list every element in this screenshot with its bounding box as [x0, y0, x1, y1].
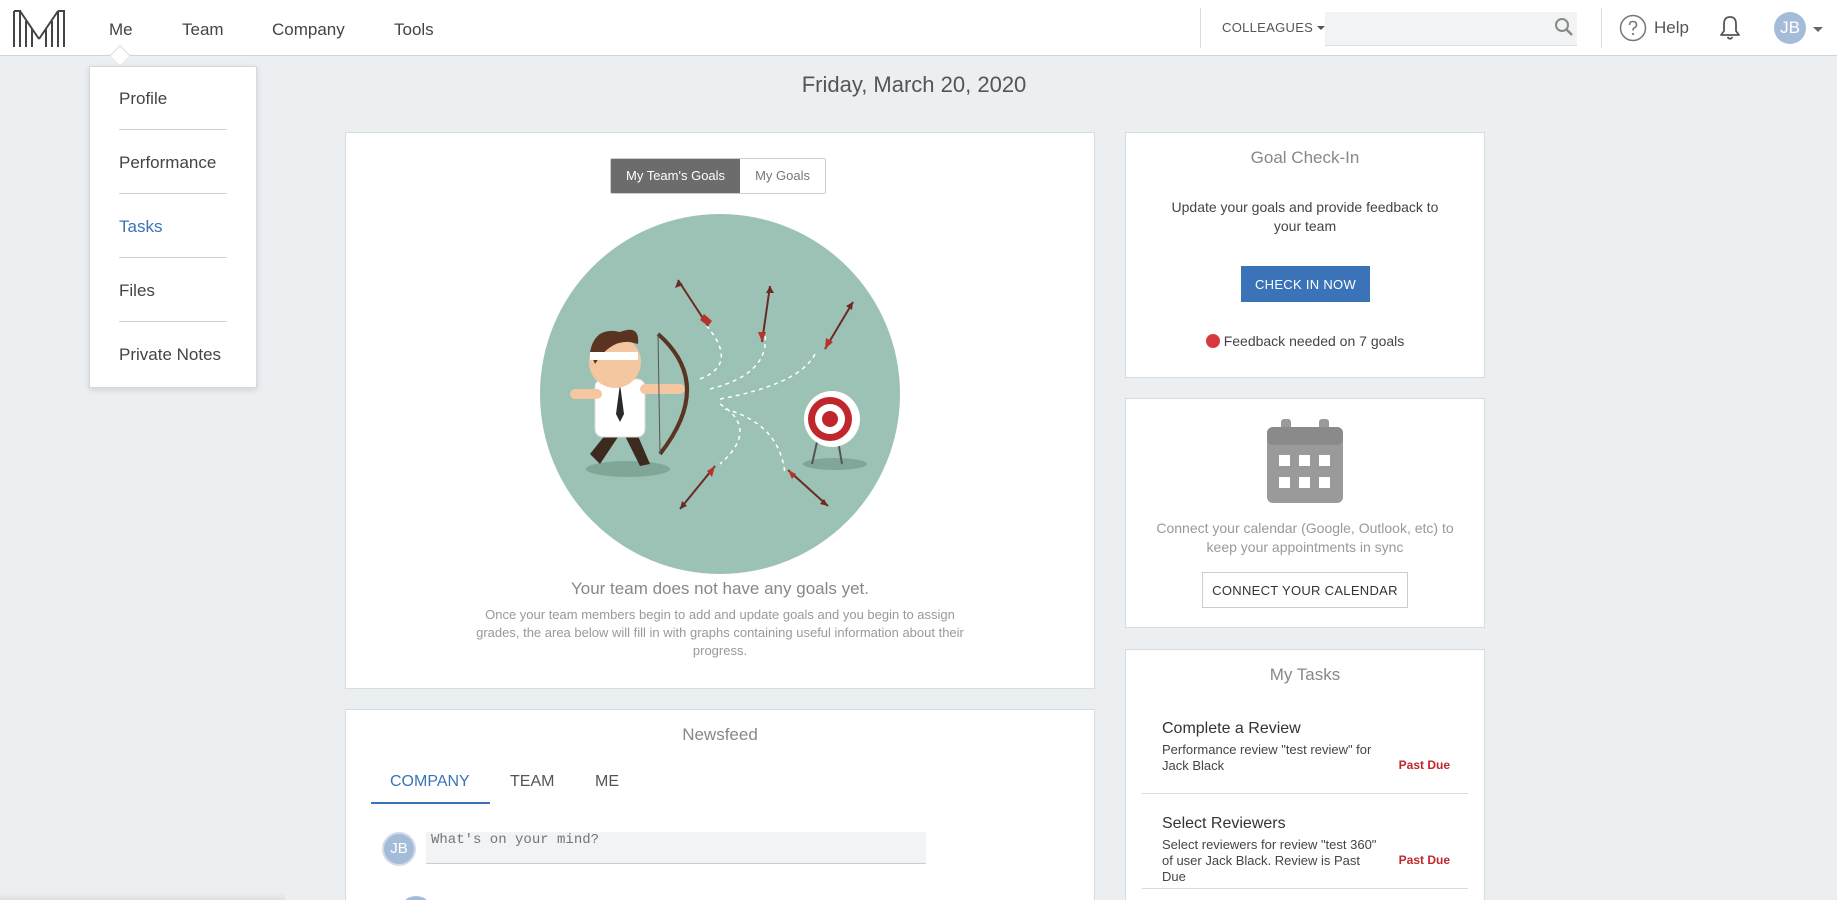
newsfeed-card: Newsfeed COMPANY TEAM ME JB: [345, 709, 1095, 900]
feedback-status-text: Feedback needed on 7 goals: [1223, 333, 1405, 349]
nav-company[interactable]: Company: [272, 0, 345, 56]
task-title: Select Reviewers: [1162, 815, 1286, 832]
calendar-icon: [1267, 419, 1343, 503]
nav-team[interactable]: Team: [182, 0, 224, 56]
avatar: JB: [382, 832, 416, 866]
toggle-my-goals[interactable]: My Goals: [740, 159, 825, 193]
active-tab-indicator: [371, 802, 490, 804]
tasks-title: My Tasks: [1269, 665, 1341, 684]
calendar-description: Connect your calendar (Google, Outlook, …: [1156, 520, 1454, 555]
calendar-card: Connect your calendar (Google, Outlook, …: [1125, 398, 1485, 628]
connect-calendar-button[interactable]: CONNECT YOUR CALENDAR: [1202, 572, 1408, 608]
goals-empty-description: Once your team members begin to add and …: [476, 607, 964, 658]
newsfeed-title: Newsfeed: [682, 725, 758, 744]
archer-illustration: [540, 214, 900, 574]
menu-divider: [119, 257, 227, 258]
search-input[interactable]: [1325, 12, 1577, 46]
feedback-status: Feedback needed on 7 goals: [1126, 333, 1484, 349]
menu-item-performance[interactable]: Performance: [119, 153, 227, 173]
tab-team[interactable]: TEAM: [510, 773, 554, 791]
bottom-shadow: [0, 893, 285, 900]
task-item[interactable]: Complete a Review Performance review "te…: [1142, 720, 1468, 794]
help-icon[interactable]: [1619, 14, 1647, 42]
menu-divider: [119, 129, 227, 130]
chevron-down-icon: [1317, 26, 1326, 30]
nav-divider: [1601, 8, 1602, 48]
notifications-bell-icon[interactable]: [1716, 14, 1744, 42]
menu-item-tasks[interactable]: Tasks: [119, 217, 227, 237]
colleagues-label: COLLEAGUES: [1222, 20, 1314, 35]
top-navbar: Me Team Company Tools COLLEAGUES Help JB: [0, 0, 1837, 56]
menu-item-private-notes[interactable]: Private Notes: [119, 345, 227, 365]
task-status-badge: Past Due: [1398, 853, 1450, 867]
menu-item-files[interactable]: Files: [119, 281, 227, 301]
checkin-title: Goal Check-In: [1250, 148, 1360, 167]
menu-divider: [119, 321, 227, 322]
task-description: Select reviewers for review "test 360" o…: [1162, 837, 1377, 884]
toggle-my-teams-goals[interactable]: My Team's Goals: [611, 159, 741, 193]
task-item[interactable]: Select Reviewers Select reviewers for re…: [1142, 815, 1468, 889]
goal-checkin-card: Goal Check-In Update your goals and prov…: [1125, 132, 1485, 378]
company-logo[interactable]: [12, 9, 66, 49]
task-description: Performance review "test review" for Jac…: [1162, 742, 1372, 773]
post-input[interactable]: [426, 832, 926, 864]
menu-divider: [119, 193, 227, 194]
nav-divider: [1200, 8, 1201, 48]
avatar: [399, 896, 433, 900]
goals-empty-heading: Your team does not have any goals yet.: [570, 579, 869, 598]
task-status-badge: Past Due: [1398, 758, 1450, 772]
current-date: Friday, March 20, 2020: [801, 72, 1027, 97]
team-goals-card: My Team's Goals My Goals Your team does …: [345, 132, 1095, 689]
tab-company[interactable]: COMPANY: [390, 773, 470, 791]
me-dropdown-menu: Profile Performance Tasks Files Private …: [89, 66, 257, 388]
tab-me[interactable]: ME: [595, 773, 619, 791]
colleagues-dropdown[interactable]: COLLEAGUES: [1222, 0, 1326, 56]
user-avatar[interactable]: JB: [1774, 12, 1806, 44]
checkin-description: Update your goals and provide feedback t…: [1171, 199, 1439, 234]
nav-tools[interactable]: Tools: [394, 0, 434, 56]
help-link[interactable]: Help: [1654, 0, 1689, 56]
task-title: Complete a Review: [1162, 720, 1301, 737]
alert-dot-icon: [1205, 334, 1220, 348]
goals-toggle: My Team's Goals My Goals: [610, 158, 826, 194]
menu-item-profile[interactable]: Profile: [119, 89, 227, 109]
chevron-down-icon[interactable]: [1813, 27, 1823, 32]
search-icon[interactable]: [1554, 17, 1574, 37]
check-in-now-button[interactable]: CHECK IN NOW: [1241, 266, 1370, 302]
my-tasks-card: My Tasks Complete a Review Performance r…: [1125, 649, 1485, 900]
